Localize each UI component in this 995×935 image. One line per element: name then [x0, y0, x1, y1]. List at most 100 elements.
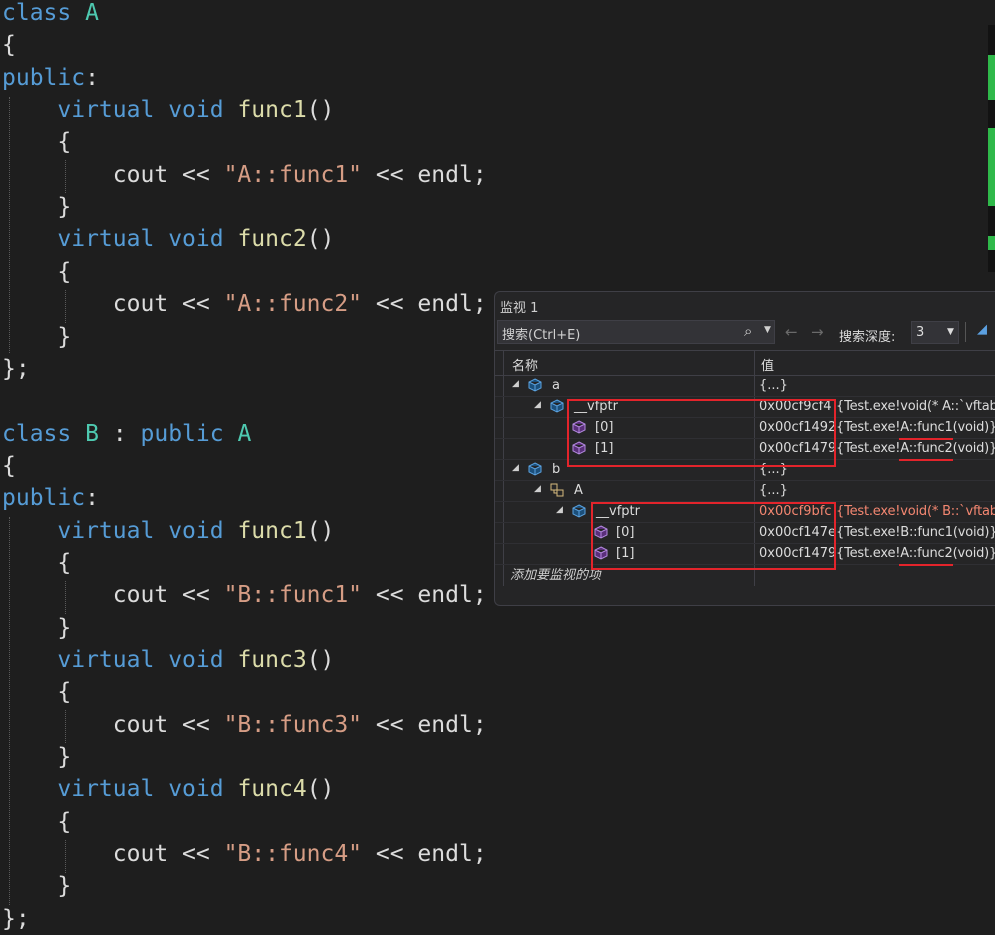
code-line[interactable]: cout << "A::func2" << endl;: [2, 288, 487, 320]
code-line[interactable]: }: [2, 191, 71, 223]
pin-icon[interactable]: ◢: [977, 322, 987, 337]
code-line[interactable]: virtual void func1(): [2, 515, 334, 547]
indent-guide: [65, 290, 66, 323]
code-token: << endl;: [362, 582, 487, 609]
code-token: :: [85, 64, 99, 91]
search-depth-label: 搜索深度:: [839, 330, 896, 345]
code-line[interactable]: cout << "B::func4" << endl;: [2, 838, 487, 870]
code-token: void: [168, 647, 224, 673]
chevron-down-icon[interactable]: ▼: [764, 325, 771, 335]
code-token: cout <<: [2, 711, 224, 738]
watch-row-detail: {Test.exe!A::func2(void)}: [836, 441, 995, 456]
code-token: << endl;: [362, 711, 487, 738]
code-token: virtual: [57, 517, 155, 544]
code-line[interactable]: }: [2, 612, 71, 644]
column-header-name[interactable]: 名称: [512, 355, 538, 374]
code-line[interactable]: }: [2, 870, 71, 902]
code-token: {: [2, 452, 16, 479]
watch-row-name: A: [574, 483, 583, 498]
code-token: {: [2, 129, 72, 156]
watch-window[interactable]: 监视 1 搜索(Ctrl+E) ⌕ ▼ ← → 搜索深度: 3 ▼ ◢ 名称 值…: [494, 291, 995, 606]
code-line[interactable]: virtual void func4(): [2, 773, 334, 805]
change-marker: [988, 250, 995, 272]
code-line[interactable]: public:: [2, 482, 99, 514]
code-token: {: [2, 808, 72, 835]
highlight-underline: [899, 459, 953, 461]
code-token: (): [306, 226, 335, 253]
code-line[interactable]: virtual void func1(): [2, 94, 334, 126]
object-icon: [550, 399, 564, 413]
watch-row-detail: {Test.exe!A::func2(void)}: [836, 546, 995, 561]
code-token: (): [306, 647, 335, 673]
code-token: virtual: [57, 776, 155, 803]
arrow-left-icon[interactable]: ←: [785, 323, 798, 341]
code-token: };: [2, 905, 30, 932]
code-token: A: [237, 420, 252, 447]
watch-row-detail: {Test.exe!void(* A::`vftable'[3])()}: [836, 399, 995, 414]
add-watch-item[interactable]: 添加要监视的项: [510, 564, 601, 583]
code-token: void: [168, 517, 224, 544]
expand-triangle-icon[interactable]: ◢: [534, 484, 541, 494]
arrow-right-icon[interactable]: →: [811, 323, 824, 341]
chevron-down-icon[interactable]: ▼: [947, 327, 954, 337]
code-token: :: [98, 420, 141, 447]
code-token: "A::func2": [223, 291, 363, 318]
code-line[interactable]: cout << "A::func1" << endl;: [2, 159, 487, 191]
code-token: :: [85, 485, 99, 512]
watch-row[interactable]: ◢ a {...}: [495, 375, 995, 397]
expand-triangle-icon[interactable]: ◢: [556, 505, 563, 515]
column-header-value[interactable]: 值: [761, 355, 774, 374]
watch-row-name: a: [552, 378, 560, 393]
watch-header: 名称 值: [495, 350, 995, 376]
code-line[interactable]: class B : public A: [2, 418, 251, 450]
search-depth-select[interactable]: 3 ▼: [911, 321, 959, 344]
code-line[interactable]: class A: [2, 0, 99, 29]
expand-triangle-icon[interactable]: ◢: [512, 463, 519, 473]
code-line[interactable]: }: [2, 321, 71, 353]
expand-triangle-icon[interactable]: ◢: [512, 379, 519, 389]
code-line[interactable]: cout << "B::func3" << endl;: [2, 709, 487, 741]
search-input[interactable]: 搜索(Ctrl+E) ⌕ ▼: [497, 320, 775, 344]
code-line[interactable]: };: [2, 903, 30, 935]
code-line[interactable]: {: [2, 256, 71, 288]
code-line[interactable]: }: [2, 741, 71, 773]
code-line[interactable]: };: [2, 353, 30, 385]
code-line[interactable]: cout << "B::func1" << endl;: [2, 579, 487, 611]
code-token: "B::func4": [223, 841, 363, 868]
code-line[interactable]: {: [2, 806, 71, 838]
code-token: virtual: [57, 97, 155, 124]
change-marker: [988, 25, 995, 55]
highlight-box: [591, 502, 836, 570]
object-icon: [572, 504, 586, 518]
search-icon[interactable]: ⌕: [744, 322, 752, 340]
code-line[interactable]: virtual void func3(): [2, 644, 334, 676]
watch-row-detail: {Test.exe!A::func1(void)}: [836, 420, 995, 435]
code-token: void: [168, 226, 224, 253]
code-line[interactable]: virtual void func2(): [2, 223, 334, 255]
expand-triangle-icon[interactable]: ◢: [534, 400, 541, 410]
code-token: (): [306, 97, 335, 124]
code-token: class: [2, 0, 72, 26]
search-depth-value: 3: [916, 325, 925, 340]
code-line[interactable]: public:: [2, 62, 99, 94]
highlight-underline: [899, 564, 953, 566]
code-line[interactable]: {: [2, 126, 71, 158]
code-token: }: [2, 873, 72, 900]
code-token: {: [2, 549, 72, 576]
indent-guide: [9, 517, 10, 905]
code-line[interactable]: {: [2, 547, 71, 579]
code-token: {: [2, 258, 72, 285]
code-line[interactable]: {: [2, 450, 16, 482]
code-line[interactable]: {: [2, 29, 16, 61]
code-line[interactable]: {: [2, 676, 71, 708]
code-token: void: [168, 776, 224, 803]
watch-row[interactable]: ◢ A {...}: [495, 480, 995, 502]
